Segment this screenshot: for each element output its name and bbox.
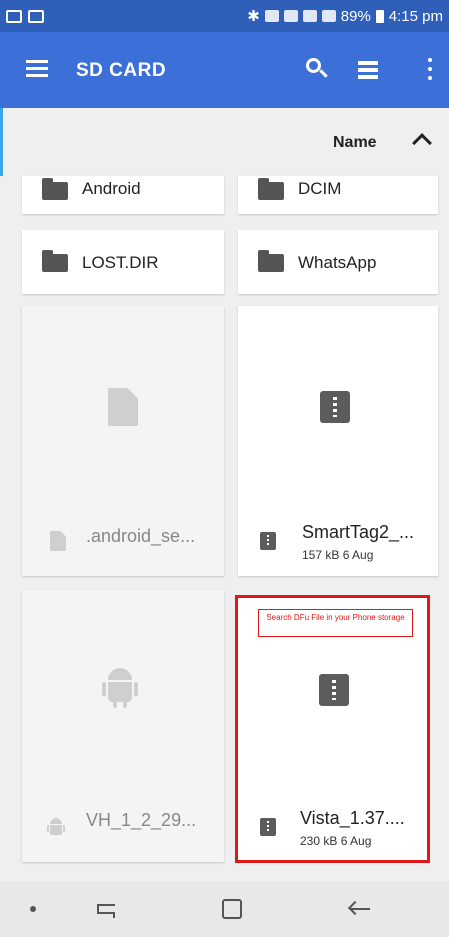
file-name: VH_1_2_29... — [86, 810, 197, 830]
folder-name: LOST.DIR — [82, 253, 159, 272]
photo-notification-icon — [6, 9, 22, 23]
sort-bar: Name — [0, 108, 449, 176]
back-icon[interactable] — [347, 900, 370, 917]
file-meta: 157 kB 6 Aug — [302, 548, 374, 562]
chevron-up-icon[interactable] — [412, 133, 432, 153]
menu-icon[interactable] — [26, 60, 48, 78]
clock: 4:15 pm — [388, 7, 443, 25]
folder-name: Android — [82, 179, 141, 198]
system-indicators: ✱ 89% 4:15 pm — [247, 7, 443, 26]
navigation-bar — [0, 881, 449, 937]
home-icon[interactable] — [222, 899, 242, 919]
android-apk-icon — [102, 664, 138, 708]
zip-file-icon — [260, 532, 276, 550]
dot-icon[interactable] — [30, 906, 36, 912]
notification-icons — [6, 9, 44, 23]
page-title: SD CARD — [76, 60, 167, 81]
folder-card-dcim[interactable]: DCIM — [238, 176, 438, 214]
folder-name: WhatsApp — [298, 253, 377, 272]
file-card-android-secure[interactable]: .android_se... — [22, 306, 224, 576]
android-apk-icon — [47, 816, 65, 838]
folder-icon — [42, 250, 68, 272]
more-vert-icon[interactable] — [428, 58, 434, 82]
alarm-icon — [283, 10, 298, 22]
annotation-note: Search DFu File in your Phone storage — [258, 609, 413, 637]
app-bar: SD CARD — [0, 32, 449, 108]
sort-by-name-button[interactable]: Name — [333, 134, 377, 152]
battery-percent: 89% — [340, 7, 371, 25]
bluetooth-icon: ✱ — [247, 8, 260, 25]
image-notification-icon — [28, 9, 44, 23]
status-bar: ✱ 89% 4:15 pm — [0, 0, 449, 32]
document-icon — [50, 531, 66, 551]
signal-icon — [321, 10, 336, 22]
file-card-smarttag2[interactable]: SmartTag2_... 157 kB 6 Aug — [238, 306, 438, 576]
document-icon — [108, 388, 138, 426]
list-view-icon[interactable] — [358, 61, 378, 79]
file-name: .android_se... — [86, 526, 196, 546]
folder-card-lost-dir[interactable]: LOST.DIR — [22, 230, 224, 294]
folder-card-android[interactable]: Android — [22, 176, 224, 214]
folder-card-whatsapp[interactable]: WhatsApp — [238, 230, 438, 294]
battery-icon — [375, 9, 384, 23]
wifi-icon — [302, 10, 317, 22]
mute-icon — [264, 10, 279, 22]
file-card-vh[interactable]: VH_1_2_29... — [22, 590, 224, 862]
folder-icon — [258, 178, 284, 200]
folder-name: DCIM — [298, 179, 342, 198]
search-icon[interactable] — [304, 56, 330, 82]
folder-icon — [42, 178, 68, 200]
zip-file-icon — [320, 391, 350, 423]
file-name: SmartTag2_... — [302, 522, 415, 542]
recent-apps-icon[interactable] — [95, 899, 117, 919]
folder-icon — [258, 250, 284, 272]
